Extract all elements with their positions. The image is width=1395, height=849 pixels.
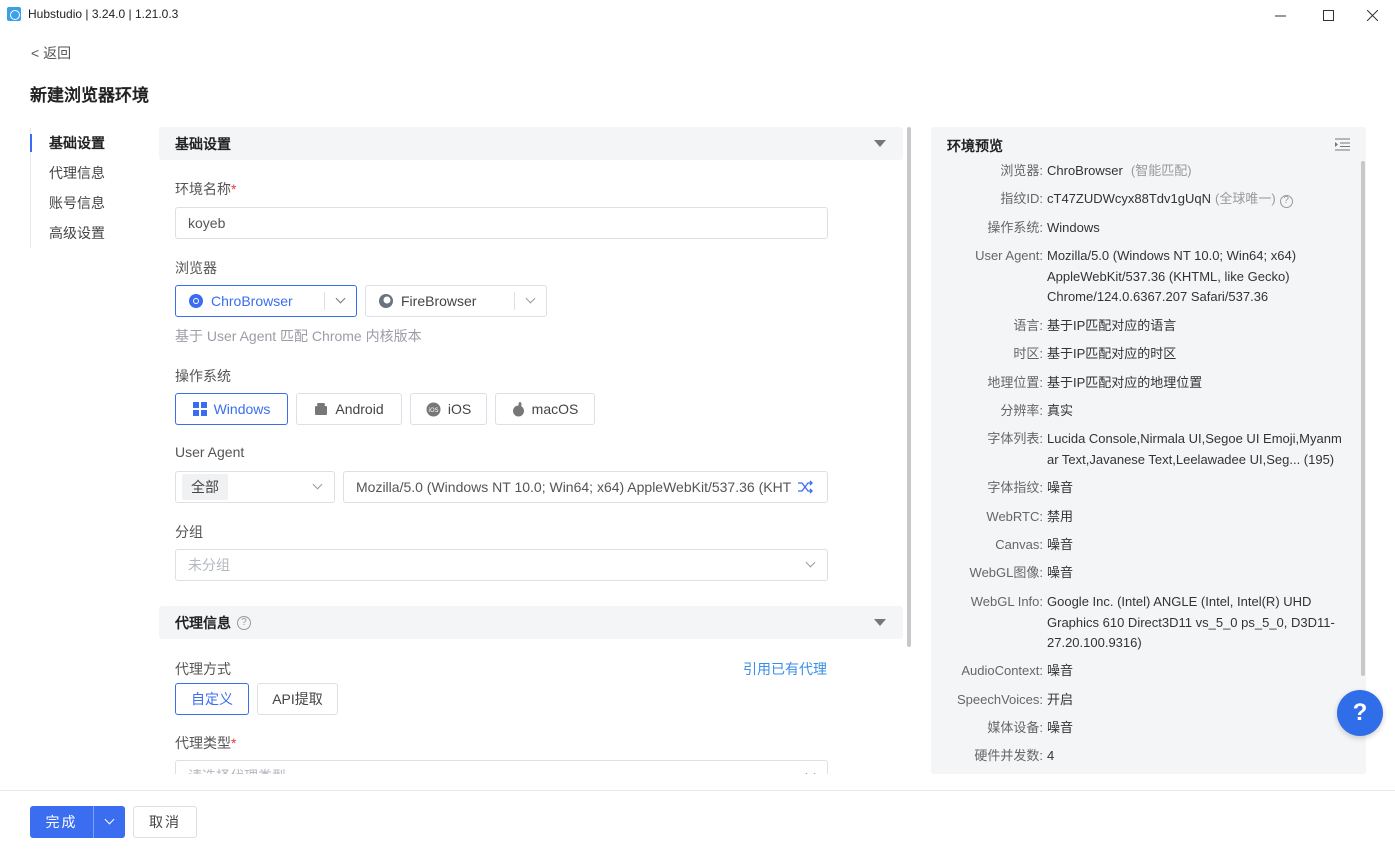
collapse-caret-icon — [874, 619, 886, 626]
page-title: 新建浏览器环境 — [30, 86, 149, 105]
preview-row-timezone: 时区: 基于IP匹配对应的时区 — [1013, 346, 1177, 361]
help-circle-icon[interactable]: ? — [237, 615, 251, 630]
cancel-button[interactable]: 取消 — [133, 806, 197, 838]
basic-section-title: 基础设置 — [175, 135, 231, 152]
windows-icon — [192, 402, 207, 416]
preview-scrollbar[interactable] — [1361, 161, 1365, 676]
preview-row-fingerprint-id: 指纹ID: cT47ZUDWcyx88Tdv1gUqN (全球唯一)? — [931, 189, 1351, 210]
browser-hint: 基于 User Agent 匹配 Chrome 内核版本 — [175, 328, 422, 344]
chevron-down-icon — [805, 557, 816, 568]
os-option-macos[interactable]: macOS — [495, 393, 595, 425]
env-name-label: 环境名称* — [175, 181, 237, 197]
browser-option-label: ChroBrowser — [211, 293, 293, 309]
svg-text:iOS: iOS — [428, 407, 438, 414]
divider — [514, 292, 515, 310]
divider — [324, 292, 325, 310]
browser-option-label: FireBrowser — [401, 293, 477, 309]
proxy-mode-api[interactable]: API提取 — [257, 683, 338, 715]
group-placeholder: 未分组 — [188, 557, 230, 573]
preview-title: 环境预览 — [947, 138, 1003, 154]
preview-row-webgl-image: WebGL图像: 噪音 — [969, 565, 1074, 580]
preview-row-media-devices: 媒体设备: 噪音 — [987, 720, 1074, 735]
shuffle-icon[interactable] — [797, 480, 813, 497]
os-option-android[interactable]: Android — [296, 393, 402, 425]
preview-row-browser: 浏览器: ChroBrowser (智能匹配) — [1000, 163, 1192, 178]
preview-row-webrtc: WebRTC: 禁用 — [986, 509, 1074, 524]
preview-row-font-list: 字体列表: Lucida Console,Nirmala UI,Segoe UI… — [987, 431, 1342, 467]
footer-bar: 完成 取消 — [0, 790, 1395, 849]
done-button-group: 完成 — [30, 806, 125, 838]
env-name-input[interactable]: koyeb — [175, 207, 828, 239]
browser-option-chrobrowser[interactable]: ChroBrowser — [175, 285, 357, 317]
chevron-down-icon — [104, 814, 115, 825]
os-option-windows[interactable]: Windows — [175, 393, 288, 425]
side-nav: 基础设置 代理信息 账号信息 高级设置 — [30, 128, 130, 248]
chrome-icon — [188, 293, 204, 309]
proxy-type-label: 代理类型* — [175, 735, 237, 751]
minimize-icon — [1274, 15, 1286, 16]
proxy-mode-custom[interactable]: 自定义 — [175, 683, 249, 715]
ua-filter-select[interactable]: 全部 — [175, 471, 335, 503]
use-existing-proxy-link[interactable]: 引用已有代理 — [743, 659, 827, 679]
env-preview-panel: 环境预览 浏览器: ChroBrowser (智能匹配) 指纹ID: cT47ZU… — [931, 127, 1366, 774]
ios-icon: iOS — [426, 402, 441, 417]
side-nav-item-basic[interactable]: 基础设置 — [30, 128, 130, 158]
chevron-down-icon — [805, 768, 816, 774]
chevron-down-icon — [525, 293, 536, 304]
preview-row-canvas: Canvas: 噪音 — [995, 537, 1074, 552]
preview-row-speech-voices: SpeechVoices: 开启 — [956, 692, 1074, 707]
preview-row-geolocation: 地理位置: 基于IP匹配对应的地理位置 — [987, 375, 1203, 390]
proxy-type-select[interactable]: 请选择代理类型 — [175, 760, 828, 774]
proxy-section-title: 代理信息 — [175, 614, 231, 631]
collapse-caret-icon — [874, 140, 886, 147]
maximize-button[interactable] — [1305, 0, 1351, 30]
done-dropdown-button[interactable] — [93, 806, 125, 838]
proxy-mode-label: 代理方式 — [175, 661, 231, 677]
list-toggle-icon[interactable] — [1335, 138, 1350, 154]
side-nav-item-account[interactable]: 账号信息 — [31, 188, 130, 218]
help-circle-icon[interactable]: ? — [1279, 194, 1293, 208]
ua-label: User Agent — [175, 444, 245, 460]
preview-row-user-agent: User Agent: Mozilla/5.0 (Windows NT 10.0… — [975, 248, 1297, 304]
form-scrollbar[interactable] — [907, 127, 911, 647]
ua-value: Mozilla/5.0 (Windows NT 10.0; Win64; x64… — [356, 479, 792, 495]
side-nav-item-proxy[interactable]: 代理信息 — [31, 158, 130, 188]
preview-row-hardware-concurrency: 硬件并发数: 4 — [974, 748, 1055, 763]
help-button[interactable]: ? — [1337, 690, 1383, 736]
os-option-ios[interactable]: iOS iOS — [410, 393, 487, 425]
side-nav-item-advanced[interactable]: 高级设置 — [31, 218, 130, 248]
maximize-icon — [1322, 9, 1334, 21]
ua-input[interactable]: Mozilla/5.0 (Windows NT 10.0; Win64; x64… — [343, 471, 828, 503]
browser-option-firebrowser[interactable]: FireBrowser — [365, 285, 547, 317]
ua-filter-tag: 全部 — [182, 474, 228, 500]
form-area[interactable]: 基础设置 环境名称* koyeb 浏览器 ChroBrowser FireBro… — [159, 127, 903, 774]
firefox-icon — [378, 293, 394, 309]
back-link[interactable]: < 返回 — [31, 43, 71, 63]
group-select[interactable]: 未分组 — [175, 549, 828, 581]
proxy-type-placeholder: 请选择代理类型 — [188, 766, 286, 774]
preview-row-audio-context: AudioContext: 噪音 — [961, 663, 1074, 678]
group-label: 分组 — [175, 524, 203, 540]
title-bar: Hubstudio | 3.24.0 | 1.21.0.3 — [0, 0, 1395, 30]
app-logo-icon — [7, 7, 21, 21]
preview-row-language: 语言: 基于IP匹配对应的语言 — [1013, 318, 1177, 333]
chevron-down-icon — [335, 293, 346, 304]
os-label: 操作系统 — [175, 368, 231, 384]
close-button[interactable] — [1349, 0, 1395, 30]
chevron-down-icon — [312, 479, 323, 490]
window-title: Hubstudio | 3.24.0 | 1.21.0.3 — [28, 7, 179, 21]
preview-row-font-fingerprint: 字体指纹: 噪音 — [987, 480, 1074, 495]
android-icon — [314, 402, 328, 416]
preview-row-resolution: 分辨率: 真实 — [1000, 403, 1074, 418]
preview-row-os: 操作系统: Windows — [987, 220, 1100, 235]
minimize-button[interactable] — [1257, 0, 1303, 30]
done-button[interactable]: 完成 — [30, 806, 93, 838]
preview-row-webgl-info: WebGL Info: Google Inc. (Intel) ANGLE (I… — [970, 594, 1335, 650]
env-name-value: koyeb — [188, 215, 226, 231]
proxy-section-header[interactable]: 代理信息 ? — [159, 606, 903, 639]
close-icon — [1366, 9, 1378, 21]
browser-label: 浏览器 — [175, 260, 217, 276]
apple-icon — [512, 401, 525, 417]
basic-section-header[interactable]: 基础设置 — [159, 127, 903, 160]
